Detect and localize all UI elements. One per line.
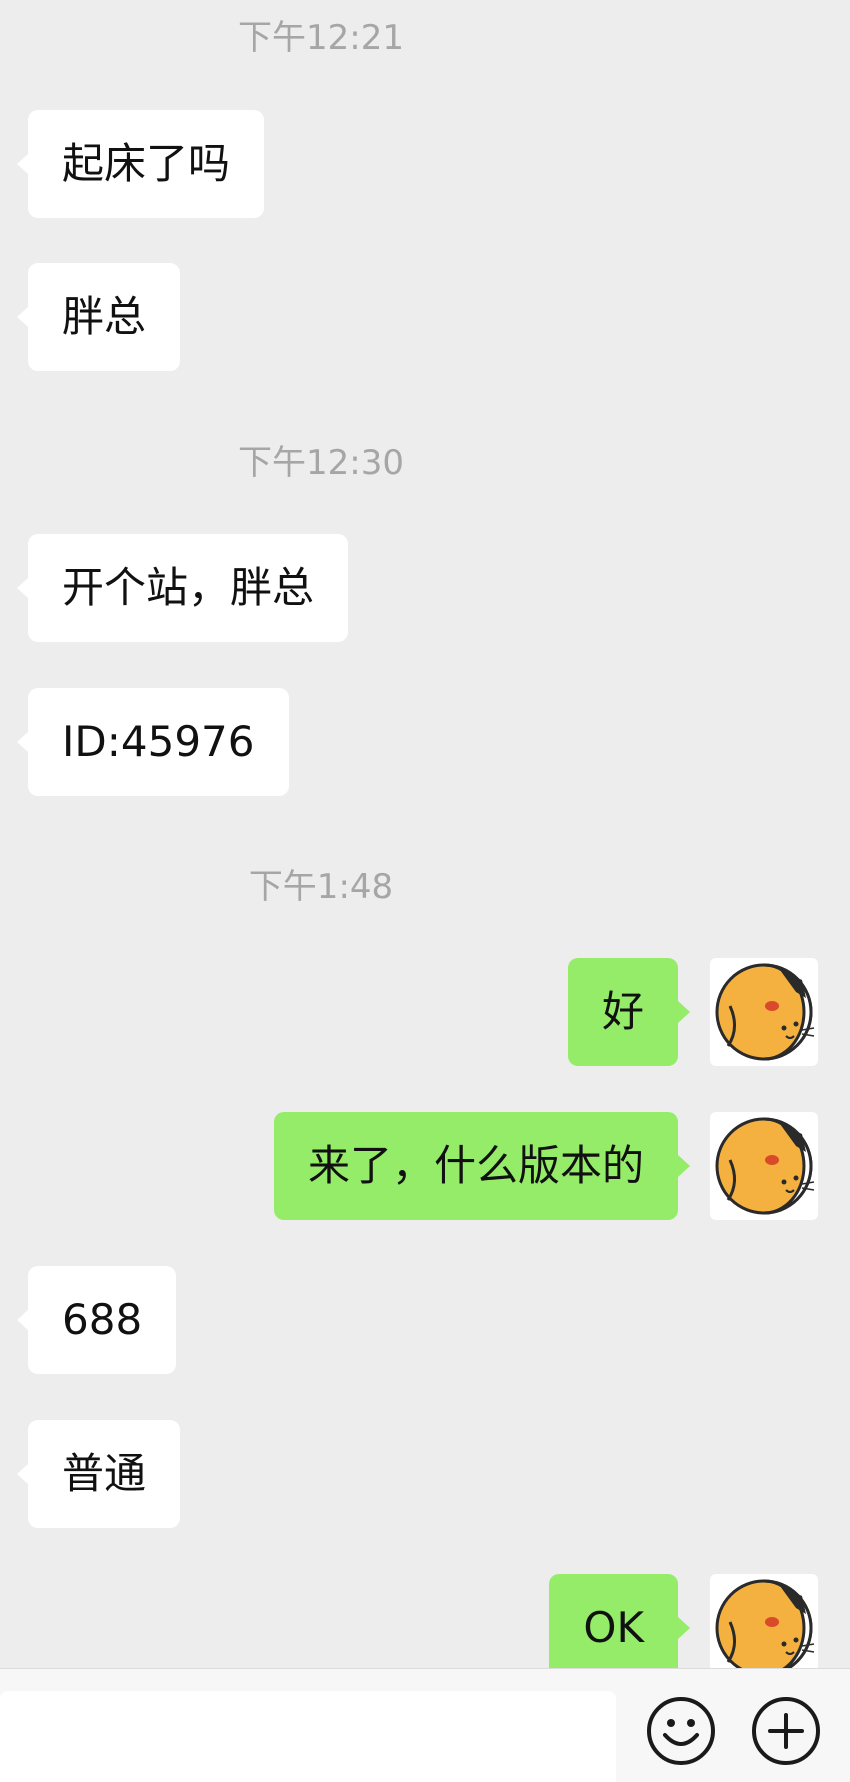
chat-message-area[interactable]: 下午12:21 起床了吗 胖总 下午12:30 开个站，胖总 ID:45976 … [0, 0, 850, 1668]
plus-svg [768, 1713, 804, 1749]
incoming-message-bubble[interactable]: 起床了吗 [16, 110, 265, 218]
message-input[interactable] [0, 1691, 616, 1782]
dog-cat-avatar-svg [715, 963, 815, 1061]
message-text: 起床了吗 [62, 139, 231, 188]
incoming-message-bubble[interactable]: 开个站，胖总 [16, 534, 349, 642]
incoming-message-bubble[interactable]: 688 [16, 1266, 177, 1374]
dog-cat-avatar-icon[interactable] [710, 958, 818, 1066]
dog-cat-avatar-icon[interactable] [710, 1574, 818, 1668]
message-text: 胖总 [62, 292, 147, 341]
message-text: OK [583, 1603, 644, 1652]
dog-cat-avatar-icon[interactable] [710, 1112, 818, 1220]
message-input-bar [0, 1668, 850, 1782]
dog-cat-avatar-svg [715, 1117, 815, 1215]
message-text: 好 [601, 987, 644, 1036]
message-text: ID:45976 [62, 717, 255, 766]
timestamp: 下午12:21 [238, 18, 404, 58]
plus-circle-icon[interactable] [752, 1697, 820, 1765]
message-text: 普通 [62, 1449, 147, 1498]
timestamp: 下午12:30 [238, 443, 404, 483]
dog-cat-avatar-svg [715, 1579, 815, 1668]
incoming-message-bubble[interactable]: 胖总 [16, 263, 181, 371]
outgoing-message-bubble[interactable]: 来了，什么版本的 [273, 1112, 691, 1220]
message-text: 688 [62, 1295, 143, 1344]
message-text: 开个站，胖总 [62, 563, 315, 612]
outgoing-message-bubble[interactable]: 好 [567, 958, 691, 1066]
smiley-face-svg [663, 1719, 699, 1746]
message-text: 来了，什么版本的 [307, 1141, 644, 1190]
outgoing-message-bubble[interactable]: OK [549, 1574, 690, 1668]
timestamp: 下午1:48 [248, 867, 394, 907]
smiley-face-icon[interactable] [647, 1697, 715, 1765]
incoming-message-bubble[interactable]: 普通 [16, 1420, 181, 1528]
incoming-message-bubble[interactable]: ID:45976 [17, 688, 289, 796]
